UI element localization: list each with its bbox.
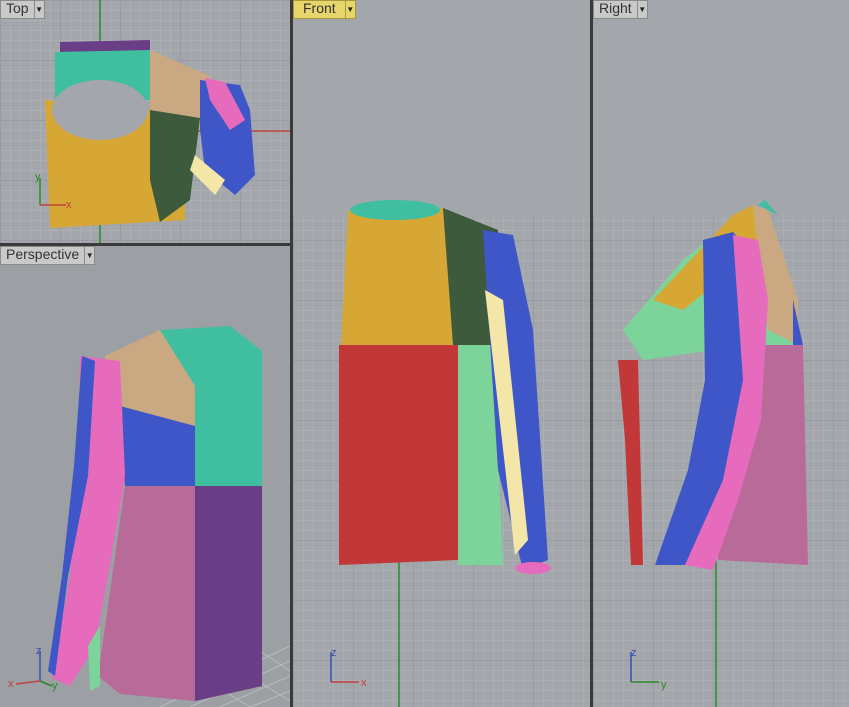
svg-text:x: x: [66, 199, 72, 211]
viewport-label: Top: [6, 0, 29, 16]
svg-text:x: x: [361, 677, 367, 689]
front-viewport[interactable]: z x Front ▼: [293, 0, 590, 707]
tab-front[interactable]: Front ▼: [293, 0, 356, 19]
top-viewport[interactable]: y x Top ▼: [0, 0, 290, 243]
svg-text:z: z: [631, 647, 637, 659]
tab-perspective[interactable]: Perspective ▼: [0, 246, 96, 265]
chevron-down-icon[interactable]: ▼: [636, 1, 647, 18]
svg-text:y: y: [661, 679, 667, 691]
right-viewport[interactable]: z y Right ▼: [593, 0, 849, 707]
front-viewport-canvas[interactable]: z x: [293, 0, 590, 707]
svg-text:y: y: [52, 680, 58, 692]
tab-right[interactable]: Right ▼: [593, 0, 648, 19]
svg-text:z: z: [331, 647, 337, 659]
viewport-layout: y x Top ▼ z x y Perspective ▼ z x Front …: [0, 0, 849, 707]
garment-perspective: [48, 326, 262, 701]
chevron-down-icon[interactable]: ▼: [344, 1, 355, 18]
svg-text:x: x: [8, 678, 14, 690]
viewport-label: Front: [303, 0, 336, 16]
svg-text:z: z: [36, 645, 42, 657]
chevron-down-icon[interactable]: ▼: [33, 1, 44, 18]
perspective-viewport[interactable]: z x y Perspective ▼: [0, 246, 290, 707]
tab-top[interactable]: Top ▼: [0, 0, 45, 19]
viewport-label: Perspective: [6, 246, 80, 262]
chevron-down-icon[interactable]: ▼: [84, 247, 94, 264]
top-viewport-canvas[interactable]: y x: [0, 0, 290, 243]
perspective-viewport-canvas[interactable]: z x y: [0, 246, 290, 707]
right-viewport-canvas[interactable]: z y: [593, 0, 849, 707]
svg-text:y: y: [35, 171, 41, 183]
viewport-label: Right: [599, 0, 632, 16]
